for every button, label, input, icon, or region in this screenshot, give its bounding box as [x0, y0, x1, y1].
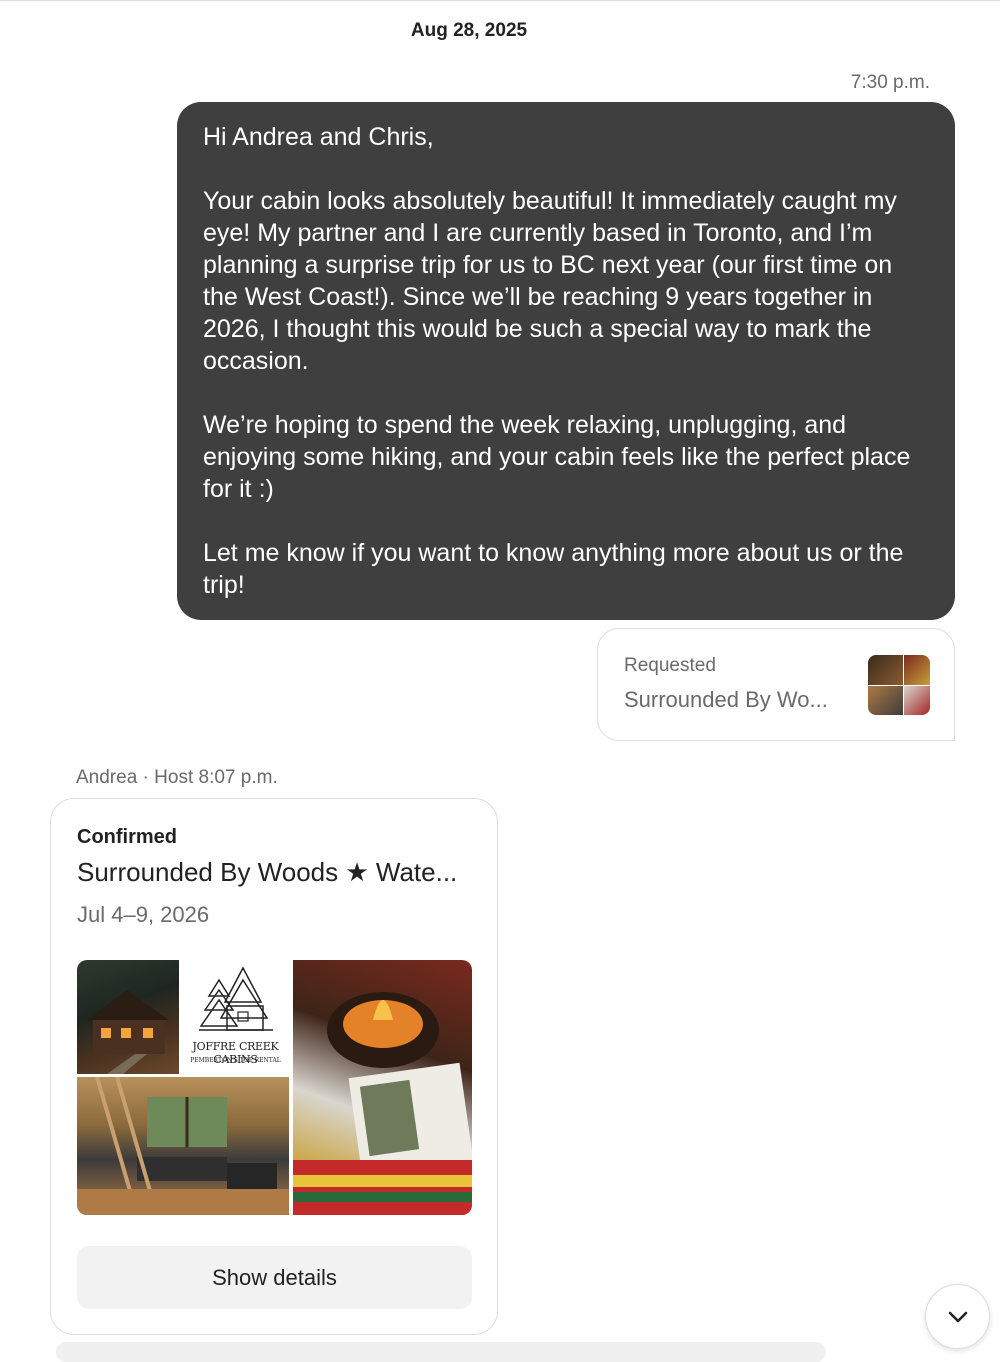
requested-reservation-card[interactable]: Requested Surrounded By Wo...	[597, 628, 955, 741]
reservation-status: Confirmed	[77, 826, 177, 848]
request-listing-title: Surrounded By Wo...	[624, 687, 828, 712]
host-message-timestamp: 8:07 p.m.	[198, 767, 278, 788]
thumb-image	[868, 686, 903, 715]
reservation-dates: Jul 4–9, 2026	[77, 902, 210, 927]
request-status: Requested	[624, 655, 716, 676]
cabin-interior-photo	[77, 1076, 289, 1215]
chevron-down-icon	[948, 1311, 967, 1322]
living-room-illustration	[77, 1076, 289, 1215]
joffre-creek-logo: JOFFRE CREEK CABINS PEMBERTON'S TOP RENT…	[181, 960, 290, 1074]
outgoing-message-bubble: Hi Andrea and Chris, Your cabin looks ab…	[177, 102, 955, 620]
show-details-button[interactable]: Show details	[77, 1246, 472, 1309]
cabin-night-illustration	[87, 990, 169, 1074]
next-card-edge	[56, 1342, 826, 1362]
thumb-image	[868, 655, 903, 685]
listing-photo-gallery[interactable]: JOFFRE CREEK CABINS PEMBERTON'S TOP RENT…	[77, 960, 472, 1215]
date-separator: Aug 28, 2025	[410, 20, 528, 41]
listing-thumbnail	[868, 655, 930, 715]
top-divider	[0, 0, 1000, 1]
scroll-to-bottom-button[interactable]	[925, 1284, 990, 1349]
thumb-image	[904, 655, 930, 685]
thumb-image	[904, 686, 930, 715]
logo-text-sub: PEMBERTON'S TOP RENTAL	[190, 1057, 281, 1064]
listing-title: Surrounded By Woods ★ Wate...	[77, 857, 458, 887]
confirmed-reservation-card: Confirmed Surrounded By Woods ★ Wate... …	[50, 798, 498, 1335]
message-timestamp: 7:30 p.m.	[850, 72, 930, 93]
sender-name: Andrea · Host	[76, 767, 194, 788]
firepit-illustration	[293, 992, 472, 1215]
firepit-book-photo	[293, 960, 472, 1215]
cabin-exterior-photo	[77, 960, 179, 1074]
host-message-header: Andrea · Host 8:07 p.m.	[76, 767, 278, 789]
